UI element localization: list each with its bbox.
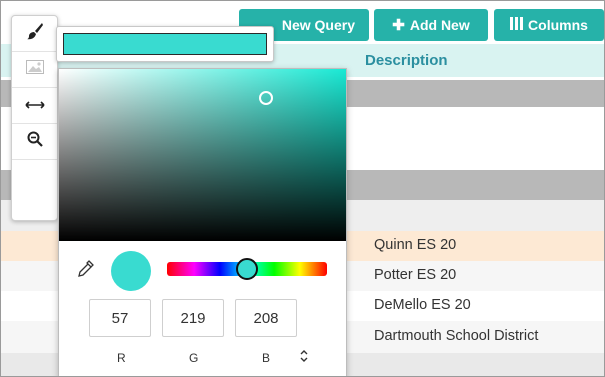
color-preview-swatch — [63, 33, 267, 55]
up-down-chevron-icon — [299, 350, 309, 367]
resize-horizontal-button[interactable] — [12, 88, 57, 124]
green-label: G — [189, 351, 199, 365]
image-icon — [25, 60, 44, 79]
zoom-out-button[interactable] — [12, 124, 57, 160]
row-description: Potter ES 20 — [374, 267, 457, 283]
color-mode-toggle[interactable] — [299, 349, 311, 365]
new-query-label: New Query — [281, 17, 355, 33]
green-value-input[interactable]: 219 — [162, 299, 224, 337]
plus-icon: ✚ — [392, 17, 405, 34]
formatting-rail — [11, 15, 58, 221]
color-preview-box[interactable] — [56, 26, 274, 62]
row-description: Quinn ES 20 — [374, 237, 457, 253]
blue-value-input[interactable]: 208 — [235, 299, 297, 337]
columns-label: Columns — [528, 17, 588, 33]
columns-button[interactable]: Columns — [494, 9, 604, 41]
columns-icon — [510, 16, 524, 34]
hue-slider-handle[interactable] — [236, 258, 258, 280]
paint-brush-icon — [26, 22, 44, 45]
resize-horizontal-icon — [24, 97, 45, 115]
saturation-field[interactable] — [59, 69, 346, 241]
add-new-button[interactable]: ✚ Add New — [374, 9, 488, 41]
row-description: DeMello ES 20 — [374, 297, 471, 313]
color-picker-popover: 57 219 208 R G B — [58, 68, 347, 376]
saturation-handle[interactable] — [259, 91, 273, 105]
eyedropper-icon — [77, 260, 95, 283]
current-color-swatch — [111, 251, 151, 291]
screen: New Query ✚ Add New Columns Description … — [0, 0, 605, 377]
row-description: Dartmouth School District — [374, 328, 539, 344]
eyedropper-button[interactable] — [77, 259, 97, 281]
red-label: R — [117, 351, 126, 365]
blue-label: B — [262, 351, 271, 365]
paint-brush-button[interactable] — [12, 16, 57, 52]
description-column-header[interactable]: Description — [365, 52, 448, 69]
red-value-input[interactable]: 57 — [89, 299, 151, 337]
add-new-label: Add New — [409, 17, 470, 33]
zoom-out-icon — [27, 131, 43, 152]
image-button[interactable] — [12, 52, 57, 88]
